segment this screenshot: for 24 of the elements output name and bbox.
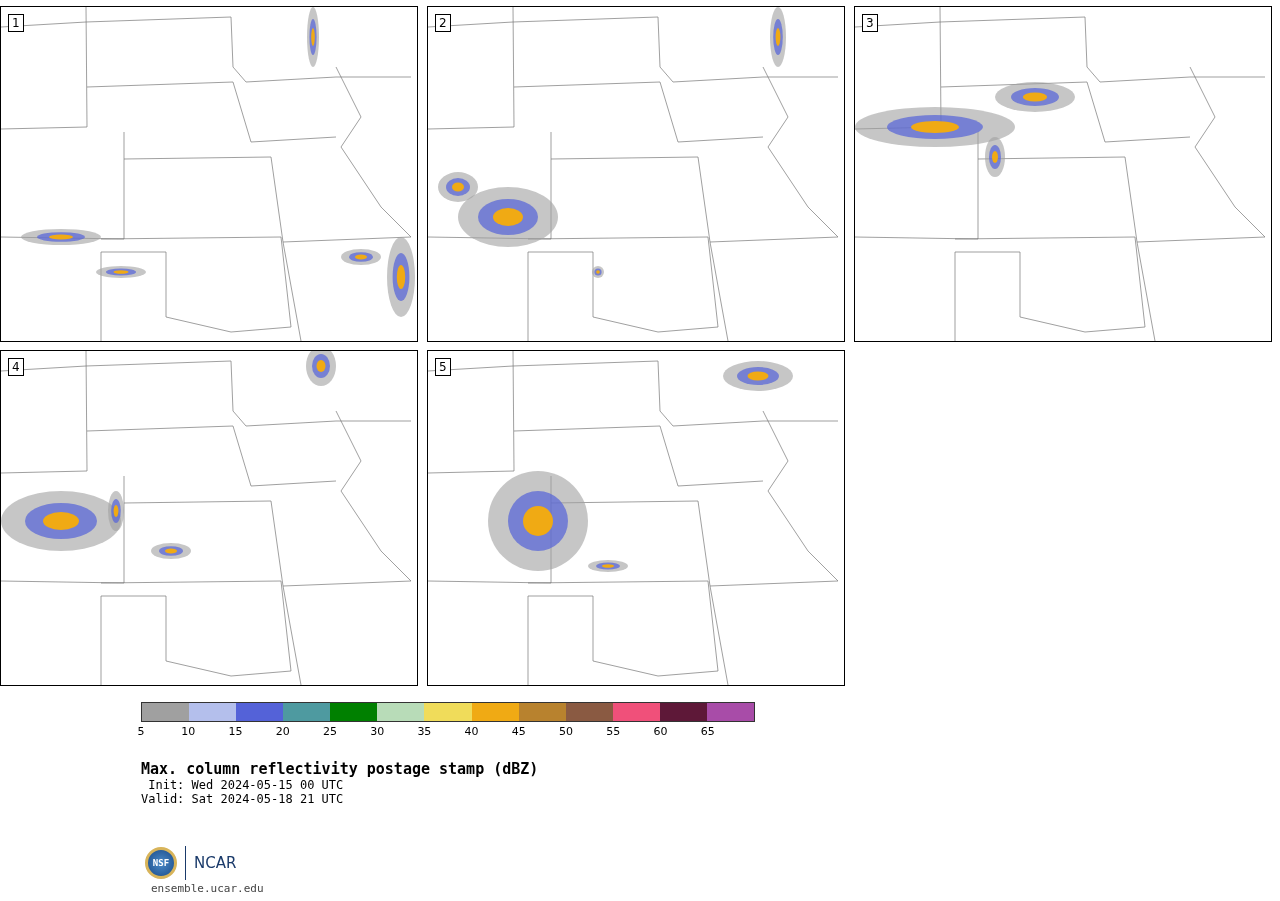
init-time: Init: Wed 2024-05-15 00 UTC	[147, 778, 345, 792]
panel-number: 3	[862, 14, 878, 32]
panel-number: 4	[8, 358, 24, 376]
tick-label: 55	[606, 725, 621, 738]
nsf-logo: NSF	[145, 847, 177, 879]
tick-label: 15	[228, 725, 243, 738]
chart-title: Max. column reflectivity postage stamp (dBZ)	[141, 760, 540, 778]
valid-time: Valid: Sat 2024-05-18 21 UTC	[141, 792, 345, 806]
panel-number: 2	[435, 14, 451, 32]
panel-number: 5	[435, 358, 451, 376]
tick-label: 65	[700, 725, 715, 738]
tick-label: 40	[464, 725, 479, 738]
tick-label: 45	[511, 725, 526, 738]
tick-label: 25	[322, 725, 337, 738]
tick-label: 35	[417, 725, 432, 738]
tick-label: 20	[275, 725, 290, 738]
tick-label: 10	[181, 725, 196, 738]
tick-label: 30	[370, 725, 385, 738]
tick-label: 60	[653, 725, 668, 738]
tick-label: 50	[559, 725, 574, 738]
ncar-logo: NCAR	[194, 854, 237, 872]
site-url: ensemble.ucar.edu	[151, 882, 265, 895]
panel-number: 1	[8, 14, 24, 32]
tick-label: 5	[137, 725, 145, 738]
